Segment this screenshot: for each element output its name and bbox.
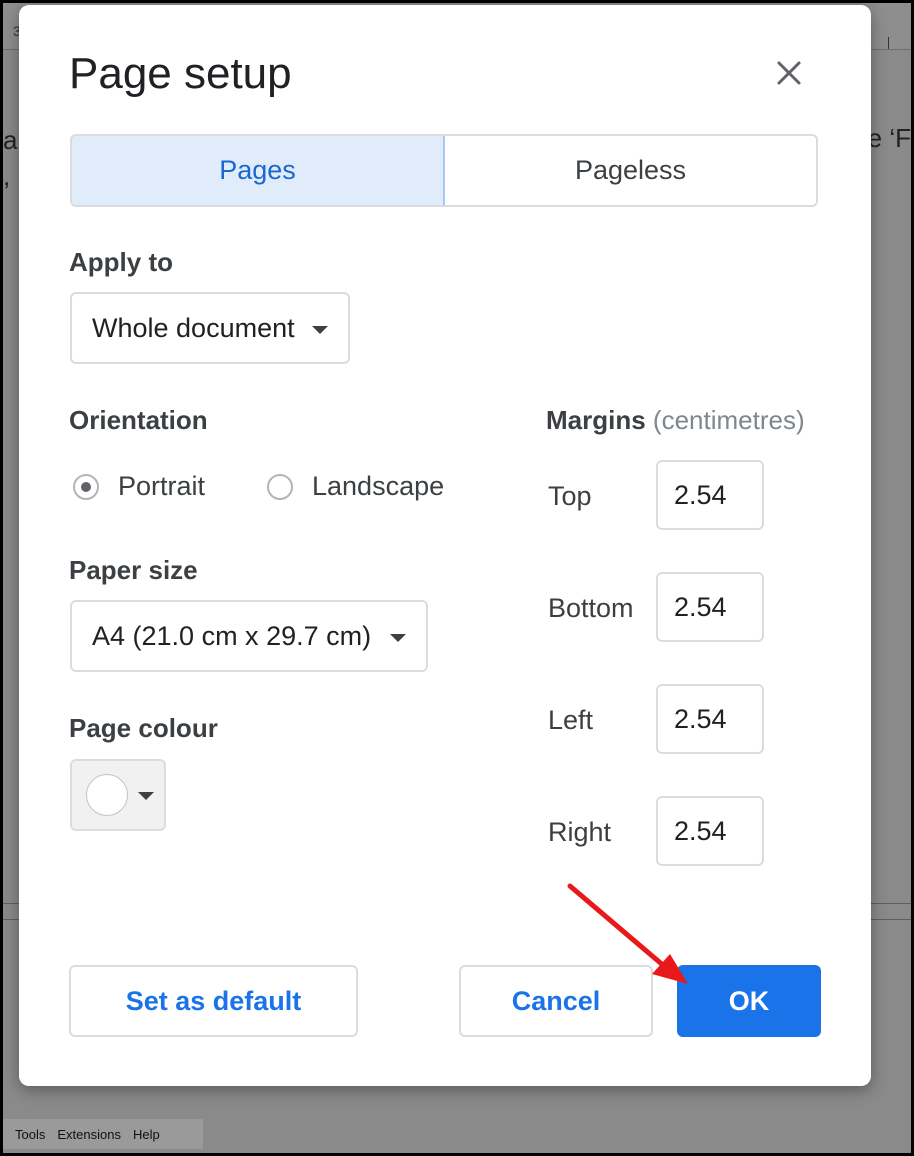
paper-size-dropdown[interactable]: A4 (21.0 cm x 29.7 cm) xyxy=(70,600,428,672)
page-setup-dialog: Page setup Pages Pageless Apply to Whole… xyxy=(19,5,871,1086)
margin-top-input[interactable] xyxy=(656,460,764,530)
dialog-title: Page setup xyxy=(69,49,292,98)
menu-tools[interactable]: Tools xyxy=(15,1127,45,1142)
margin-bottom-label: Bottom xyxy=(548,593,634,623)
page-mode-toggle: Pages Pageless xyxy=(70,134,818,207)
landscape-label: Landscape xyxy=(312,471,445,501)
menu-extensions[interactable]: Extensions xyxy=(57,1127,121,1142)
background-text: e ‘F xyxy=(867,123,911,153)
portrait-label: Portrait xyxy=(118,471,206,501)
apply-to-value: Whole document xyxy=(92,312,295,343)
page-colour-picker[interactable] xyxy=(70,759,166,831)
radio-button-checked[interactable] xyxy=(73,473,99,500)
radio-button[interactable] xyxy=(267,473,293,500)
close-button[interactable] xyxy=(771,55,807,91)
paper-size-label: Paper size xyxy=(69,555,198,585)
apply-to-label: Apply to xyxy=(69,247,173,277)
background-text: a xyxy=(3,125,18,155)
margin-top-label: Top xyxy=(548,481,592,511)
menu-help[interactable]: Help xyxy=(133,1127,160,1142)
margin-bottom-input[interactable] xyxy=(656,572,764,642)
set-as-default-button[interactable]: Set as default xyxy=(69,965,358,1037)
background-text: , xyxy=(3,161,11,191)
menu-bar: Tools Extensions Help xyxy=(3,1119,203,1149)
margins-label: Margins xyxy=(546,405,646,435)
colour-swatch xyxy=(86,774,128,816)
radio-landscape[interactable]: Landscape xyxy=(267,471,444,502)
margin-left-label: Left xyxy=(548,705,594,735)
page-colour-label: Page colour xyxy=(69,713,218,743)
ok-button[interactable]: OK xyxy=(677,965,821,1037)
chevron-down-icon xyxy=(390,634,406,642)
margin-right-input[interactable] xyxy=(656,796,764,866)
apply-to-dropdown[interactable]: Whole document xyxy=(70,292,350,364)
chevron-down-icon xyxy=(312,326,328,334)
margins-unit: (centimetres) xyxy=(652,405,805,435)
chevron-down-icon xyxy=(138,792,154,800)
margin-right-label: Right xyxy=(548,817,612,847)
margins-heading: Margins (centimetres) xyxy=(546,405,805,436)
margin-left-input[interactable] xyxy=(656,684,764,754)
ruler-tick xyxy=(888,37,889,49)
paper-size-value: A4 (21.0 cm x 29.7 cm) xyxy=(92,620,372,651)
tab-pages[interactable]: Pages xyxy=(72,136,445,205)
orientation-label: Orientation xyxy=(69,405,208,435)
tab-pageless[interactable]: Pageless xyxy=(445,136,816,205)
radio-portrait[interactable]: Portrait xyxy=(73,471,205,502)
close-icon xyxy=(777,61,801,85)
cancel-button[interactable]: Cancel xyxy=(459,965,653,1037)
